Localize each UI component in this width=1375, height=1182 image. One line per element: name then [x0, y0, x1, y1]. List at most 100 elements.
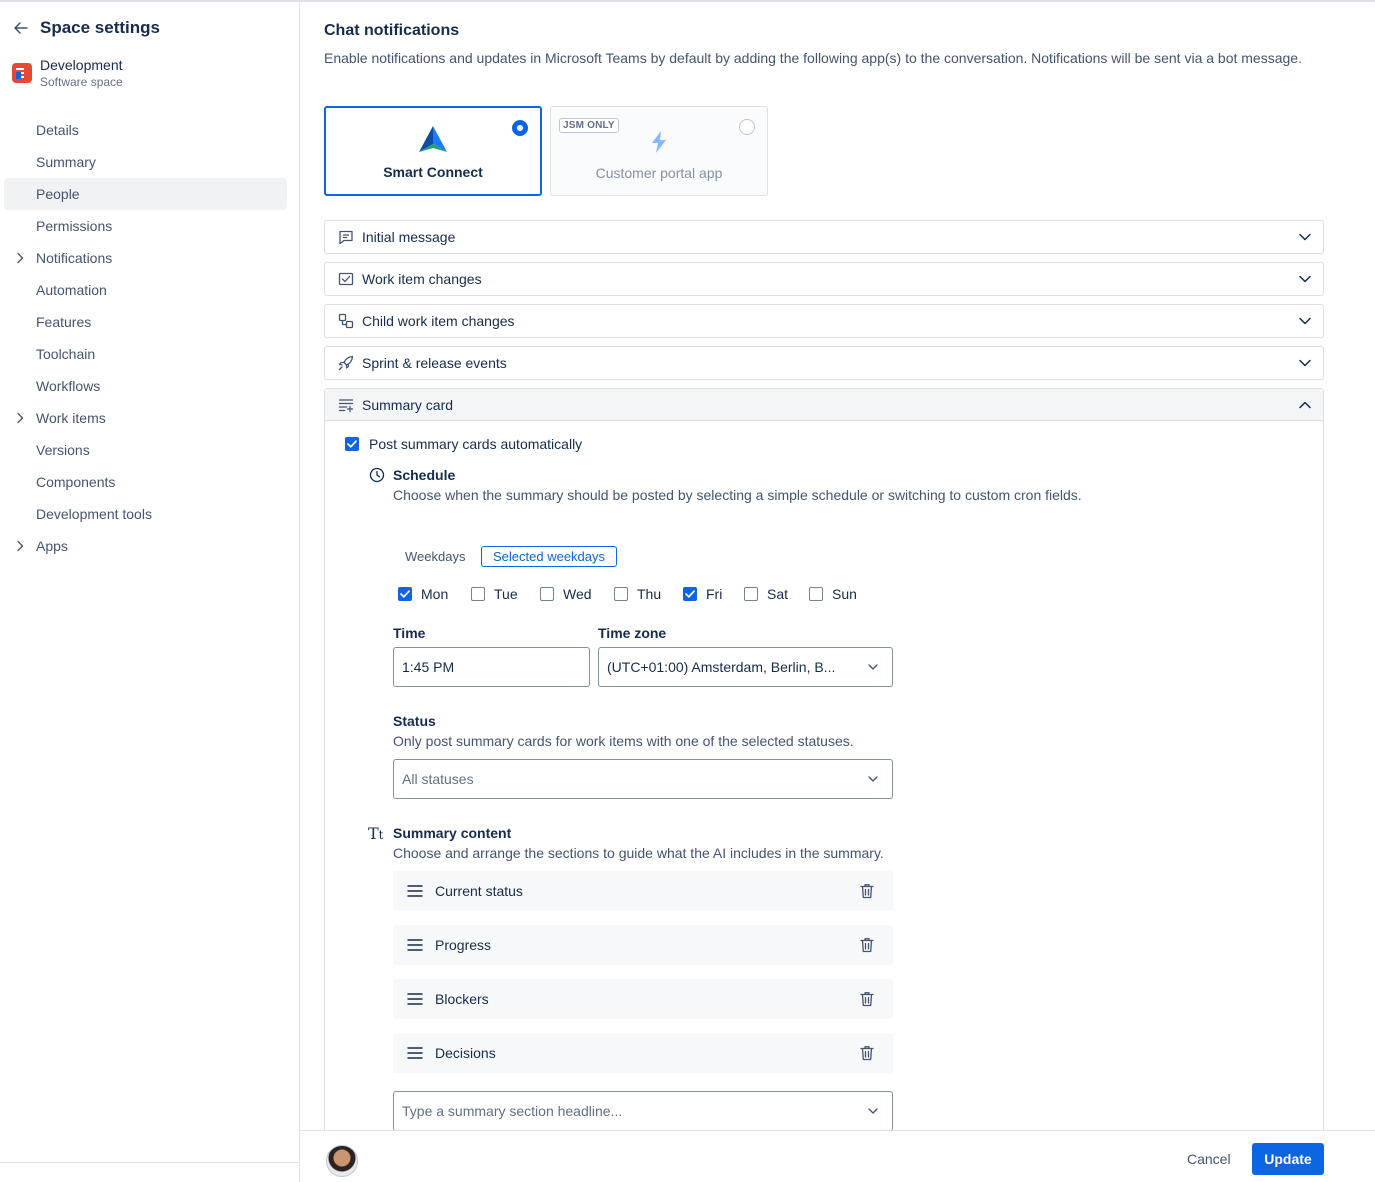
- chevron-down-icon[interactable]: [1297, 355, 1313, 371]
- chevron-down-icon[interactable]: [1297, 271, 1313, 287]
- message-icon: [337, 228, 355, 246]
- drag-handle-icon[interactable]: [407, 1046, 423, 1060]
- drag-handle-icon[interactable]: [407, 938, 423, 952]
- checkbox-checked[interactable]: [398, 587, 412, 601]
- sidebar-item-label: Work items: [36, 410, 106, 426]
- drag-handle-icon[interactable]: [407, 884, 423, 898]
- accordion-work-item-changes[interactable]: Work item changes: [324, 262, 1324, 296]
- checkbox-unchecked[interactable]: [471, 587, 485, 601]
- summary-section-row[interactable]: Progress: [393, 925, 893, 965]
- app-card-customer-portal[interactable]: JSM ONLY Customer portal app: [550, 106, 768, 196]
- sidebar-item-details[interactable]: Details: [4, 114, 287, 146]
- app-card-smart-connect[interactable]: Smart Connect: [324, 106, 542, 196]
- accordion-label: Sprint & release events: [362, 355, 507, 371]
- sidebar-item-workflows[interactable]: Workflows: [4, 370, 287, 402]
- chevron-down-icon: [866, 660, 880, 674]
- accordion-initial-message[interactable]: Initial message: [324, 220, 1324, 254]
- trash-icon[interactable]: [859, 990, 875, 1008]
- sidebar-item-components[interactable]: Components: [4, 466, 287, 498]
- day-fri[interactable]: Fri: [683, 586, 722, 602]
- footer-bar: Cancel Update: [300, 1130, 1375, 1182]
- accordion-label: Initial message: [362, 229, 456, 245]
- add-section-select[interactable]: Type a summary section headline...: [393, 1091, 893, 1131]
- checkbox-unchecked[interactable]: [809, 587, 823, 601]
- summary-section-row[interactable]: Decisions: [393, 1033, 893, 1073]
- sidebar-item-summary[interactable]: Summary: [4, 146, 287, 178]
- drag-handle-icon[interactable]: [407, 992, 423, 1006]
- sidebar-item-label: Details: [36, 122, 79, 138]
- radio-selected[interactable]: [512, 120, 528, 136]
- sidebar-item-permissions[interactable]: Permissions: [4, 210, 287, 242]
- day-label: Thu: [637, 586, 662, 602]
- trash-icon[interactable]: [859, 936, 875, 954]
- summary-section-label: Decisions: [435, 1045, 496, 1061]
- day-wed[interactable]: Wed: [540, 586, 592, 602]
- day-sat[interactable]: Sat: [744, 586, 788, 602]
- sidebar-item-features[interactable]: Features: [4, 306, 287, 338]
- mode-weekdays[interactable]: Weekdays: [405, 549, 465, 564]
- time-label: Time: [393, 625, 426, 641]
- day-sun[interactable]: Sun: [809, 586, 857, 602]
- sidebar-item-label: Toolchain: [36, 346, 96, 362]
- sidebar-item-label: Apps: [36, 538, 68, 554]
- timezone-label: Time zone: [598, 625, 667, 641]
- status-description: Only post summary cards for work items w…: [393, 733, 854, 749]
- checkbox-checked[interactable]: [683, 587, 697, 601]
- chevron-down-icon[interactable]: [1297, 313, 1313, 329]
- cancel-button[interactable]: Cancel: [1175, 1143, 1243, 1175]
- status-select[interactable]: All statuses: [393, 759, 893, 799]
- mode-selected-weekdays[interactable]: Selected weekdays: [481, 546, 618, 567]
- timezone-select[interactable]: (UTC+01:00) Amsterdam, Berlin, B...: [598, 647, 893, 687]
- day-label: Sat: [767, 586, 789, 602]
- arrow-left-icon[interactable]: [12, 19, 30, 37]
- chevron-right-icon[interactable]: [14, 539, 26, 553]
- checkbox-checked[interactable]: [345, 437, 359, 451]
- trash-icon[interactable]: [859, 882, 875, 900]
- sidebar-item-notifications[interactable]: Notifications: [4, 242, 287, 274]
- accordion-label: Work item changes: [362, 271, 482, 287]
- day-thu[interactable]: Thu: [614, 586, 661, 602]
- sidebar-item-label: People: [36, 186, 80, 202]
- sidebar-item-label: Features: [36, 314, 92, 330]
- settings-nav: Details Summary People Permissions Notif…: [4, 114, 287, 562]
- sidebar-item-label: Summary: [36, 154, 96, 170]
- summary-section-label: Blockers: [435, 991, 489, 1007]
- post-summary-checkbox-row[interactable]: Post summary cards automatically: [345, 436, 582, 452]
- clock-icon: [368, 466, 386, 484]
- sidebar-item-apps[interactable]: Apps: [4, 530, 287, 562]
- summary-content-title: Summary content: [393, 825, 512, 841]
- day-mon[interactable]: Mon: [398, 586, 448, 602]
- update-button[interactable]: Update: [1252, 1143, 1324, 1175]
- jsm-only-badge: JSM ONLY: [559, 118, 619, 133]
- chevron-down-icon[interactable]: [1297, 229, 1313, 245]
- accordion-child-work-item-changes[interactable]: Child work item changes: [324, 304, 1324, 338]
- day-label: Fri: [706, 586, 723, 602]
- summary-section-row[interactable]: Blockers: [393, 979, 893, 1019]
- chevron-right-icon[interactable]: [14, 251, 26, 265]
- checkbox-unchecked[interactable]: [744, 587, 758, 601]
- summary-section-row[interactable]: Current status: [393, 871, 893, 911]
- time-input[interactable]: 1:45 PM: [393, 647, 590, 687]
- sidebar-item-automation[interactable]: Automation: [4, 274, 287, 306]
- space-switcher[interactable]: Development Software space: [12, 56, 123, 90]
- sidebar-title: Space settings: [40, 18, 160, 37]
- accordion-summary-card[interactable]: Summary card: [325, 389, 1323, 421]
- chevron-right-icon[interactable]: [14, 411, 26, 425]
- sidebar-item-development-tools[interactable]: Development tools: [4, 498, 287, 530]
- accordion-sprint-release-events[interactable]: Sprint & release events: [324, 346, 1324, 380]
- sidebar-item-versions[interactable]: Versions: [4, 434, 287, 466]
- sidebar-header: Space settings: [12, 16, 160, 40]
- radio-unselected[interactable]: [739, 119, 755, 135]
- sidebar-item-work-items[interactable]: Work items: [4, 402, 287, 434]
- sidebar-item-people[interactable]: People: [4, 178, 287, 210]
- day-tue[interactable]: Tue: [471, 586, 518, 602]
- day-label: Wed: [563, 586, 592, 602]
- chevron-up-icon[interactable]: [1297, 397, 1313, 413]
- checkbox-unchecked[interactable]: [614, 587, 628, 601]
- sidebar-item-toolchain[interactable]: Toolchain: [4, 338, 287, 370]
- app-label: Customer portal app: [595, 165, 723, 181]
- avatar[interactable]: [326, 1145, 358, 1177]
- trash-icon[interactable]: [859, 1044, 875, 1062]
- smart-connect-logo-icon: [417, 125, 449, 156]
- checkbox-unchecked[interactable]: [540, 587, 554, 601]
